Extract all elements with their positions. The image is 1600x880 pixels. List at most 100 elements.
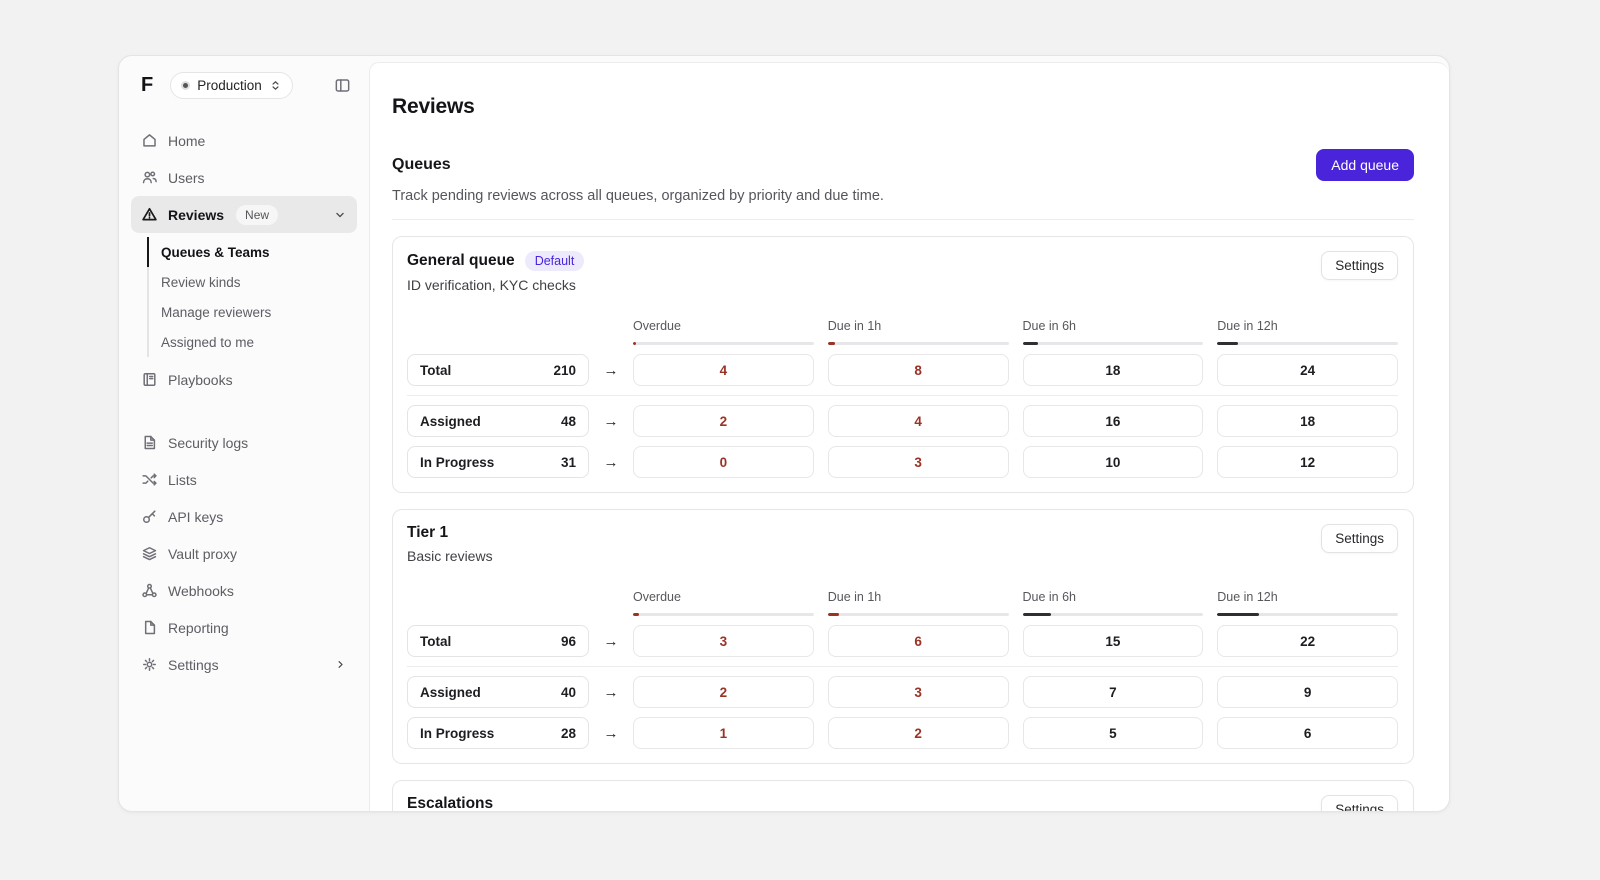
bucket-count-cell[interactable]: 2 [633,676,814,708]
row-label-card[interactable]: Total96 [407,625,589,657]
add-queue-button[interactable]: Add queue [1316,149,1414,181]
sidebar-item-webhooks[interactable]: Webhooks [131,572,357,609]
sidebar-subitem-assigned-to-me[interactable]: Assigned to me [147,327,357,357]
bucket-count-cell[interactable]: 12 [1217,446,1398,478]
due-progress-fill [1217,342,1238,345]
footprint-logo: F [141,74,152,97]
sidebar-item-api-keys[interactable]: API keys [131,498,357,535]
queue-title: Escalations [407,795,493,811]
bucket-count-cell[interactable]: 0 [633,446,814,478]
sidebar-subitem-manage-reviewers[interactable]: Manage reviewers [147,297,357,327]
bucket-count-cell[interactable]: 4 [633,354,814,386]
row-label-card[interactable]: Total 210 [407,354,589,386]
due-progress-fill [1217,613,1258,616]
sidebar-subitem-review-kinds[interactable]: Review kinds [147,267,357,297]
bucket-count-cell[interactable]: 4 [828,405,1009,437]
row-label-card[interactable]: Assigned 40 [407,676,589,708]
row-total-value: 210 [553,363,576,378]
sidebar-item-reporting[interactable]: Reporting [131,609,357,646]
users-icon [141,169,158,186]
bucket-count-cell[interactable]: 2 [633,405,814,437]
bucket-count-cell[interactable]: 8 [828,354,1009,386]
bucket-count-cell[interactable]: 6 [828,625,1009,657]
sidebar: F Production Home Users Reviews [119,56,369,811]
page-title: Reviews [392,95,1414,119]
arrow-right-icon: → [603,725,619,742]
due-column-header: Due in 6h [1023,319,1204,345]
due-progress-fill [828,613,839,616]
queue-subtitle: Basic reviews [407,548,493,564]
sidebar-item-home[interactable]: Home [131,122,357,159]
row-label: In Progress [420,455,494,470]
bucket-count-cell[interactable]: 5 [1023,717,1204,749]
queue-card-header: Tier 1 Basic reviews Settings [407,524,1398,564]
default-badge: Default [525,251,585,271]
due-progress-fill [633,613,639,616]
bucket-count-cell[interactable]: 15 [1023,625,1204,657]
row-label: Assigned [420,685,481,700]
row-label: Assigned [420,414,481,429]
bucket-count-cell[interactable]: 1 [633,717,814,749]
bucket-count-cell[interactable]: 9 [1217,676,1398,708]
row-label-card[interactable]: In Progress28 [407,717,589,749]
queue-card-header: Escalations Settings [407,795,1398,811]
due-column-header: Due in 6h [1023,590,1204,616]
workspace-switcher[interactable]: Production [170,72,293,99]
sidebar-item-label: Users [168,170,205,186]
queue-settings-button[interactable]: Settings [1321,251,1398,280]
sidebar-item-users[interactable]: Users [131,159,357,196]
due-column-label: Due in 6h [1023,319,1204,333]
bucket-count-cell[interactable]: 16 [1023,405,1204,437]
sidebar-item-security-logs[interactable]: Security logs [131,424,357,461]
bucket-count-cell[interactable]: 22 [1217,625,1398,657]
due-column-header: Due in 12h [1217,590,1398,616]
bucket-count-cell[interactable]: 3 [828,676,1009,708]
new-badge: New [236,205,278,225]
due-progress-bar [633,342,814,345]
bucket-count-cell[interactable]: 3 [633,625,814,657]
sidebar-item-lists[interactable]: Lists [131,461,357,498]
due-column-label: Overdue [633,319,814,333]
chevron-right-icon [334,658,347,671]
queues-heading: Queues [392,156,451,174]
bucket-count-cell[interactable]: 7 [1023,676,1204,708]
warning-triangle-icon [141,206,158,223]
sidebar-item-reviews[interactable]: Reviews New [131,196,357,233]
due-column-header: Due in 12h [1217,319,1398,345]
queue-card: General queue Default ID verification, K… [392,236,1414,493]
sidebar-subitem-queues-teams[interactable]: Queues & Teams [147,237,357,267]
bucket-count-cell[interactable]: 2 [828,717,1009,749]
section-divider [392,219,1414,220]
subitem-label: Queues & Teams [161,245,270,260]
queue-settings-button[interactable]: Settings [1321,795,1398,811]
row-label-card[interactable]: In Progress 31 [407,446,589,478]
sidebar-item-playbooks[interactable]: Playbooks [131,361,357,398]
queue-card: Tier 1 Basic reviews Settings OverdueDue… [392,509,1414,764]
bucket-count-cell[interactable]: 24 [1217,354,1398,386]
queue-title: General queue [407,252,515,270]
row-total-value: 31 [561,455,576,470]
file-icon [141,619,158,636]
queue-table: OverdueDue in 1hDue in 6hDue in 12hTotal… [407,319,1398,478]
sidebar-item-vault-proxy[interactable]: Vault proxy [131,535,357,572]
bucket-count-cell[interactable]: 18 [1023,354,1204,386]
due-progress-bar [633,613,814,616]
row-total-value: 40 [561,685,576,700]
row-label: Total [420,363,451,378]
bucket-count-cell[interactable]: 6 [1217,717,1398,749]
sidebar-item-label: Home [168,133,205,149]
bucket-count-cell[interactable]: 10 [1023,446,1204,478]
sidebar-item-label: Lists [168,472,197,488]
row-label-card[interactable]: Assigned48 [407,405,589,437]
bucket-count-cell[interactable]: 18 [1217,405,1398,437]
row-label: In Progress [420,726,494,741]
row-total-value: 96 [561,634,576,649]
queue-settings-button[interactable]: Settings [1321,524,1398,553]
bucket-count-cell[interactable]: 3 [828,446,1009,478]
sidebar-nav: Home Users Reviews New Queues & Teams Re… [131,122,357,683]
workspace-status-dot-icon [181,81,190,90]
sidebar-item-settings[interactable]: Settings [131,646,357,683]
collapse-sidebar-button[interactable] [334,77,351,94]
arrow-right-icon: → [603,684,619,701]
document-lines-icon [141,434,158,451]
